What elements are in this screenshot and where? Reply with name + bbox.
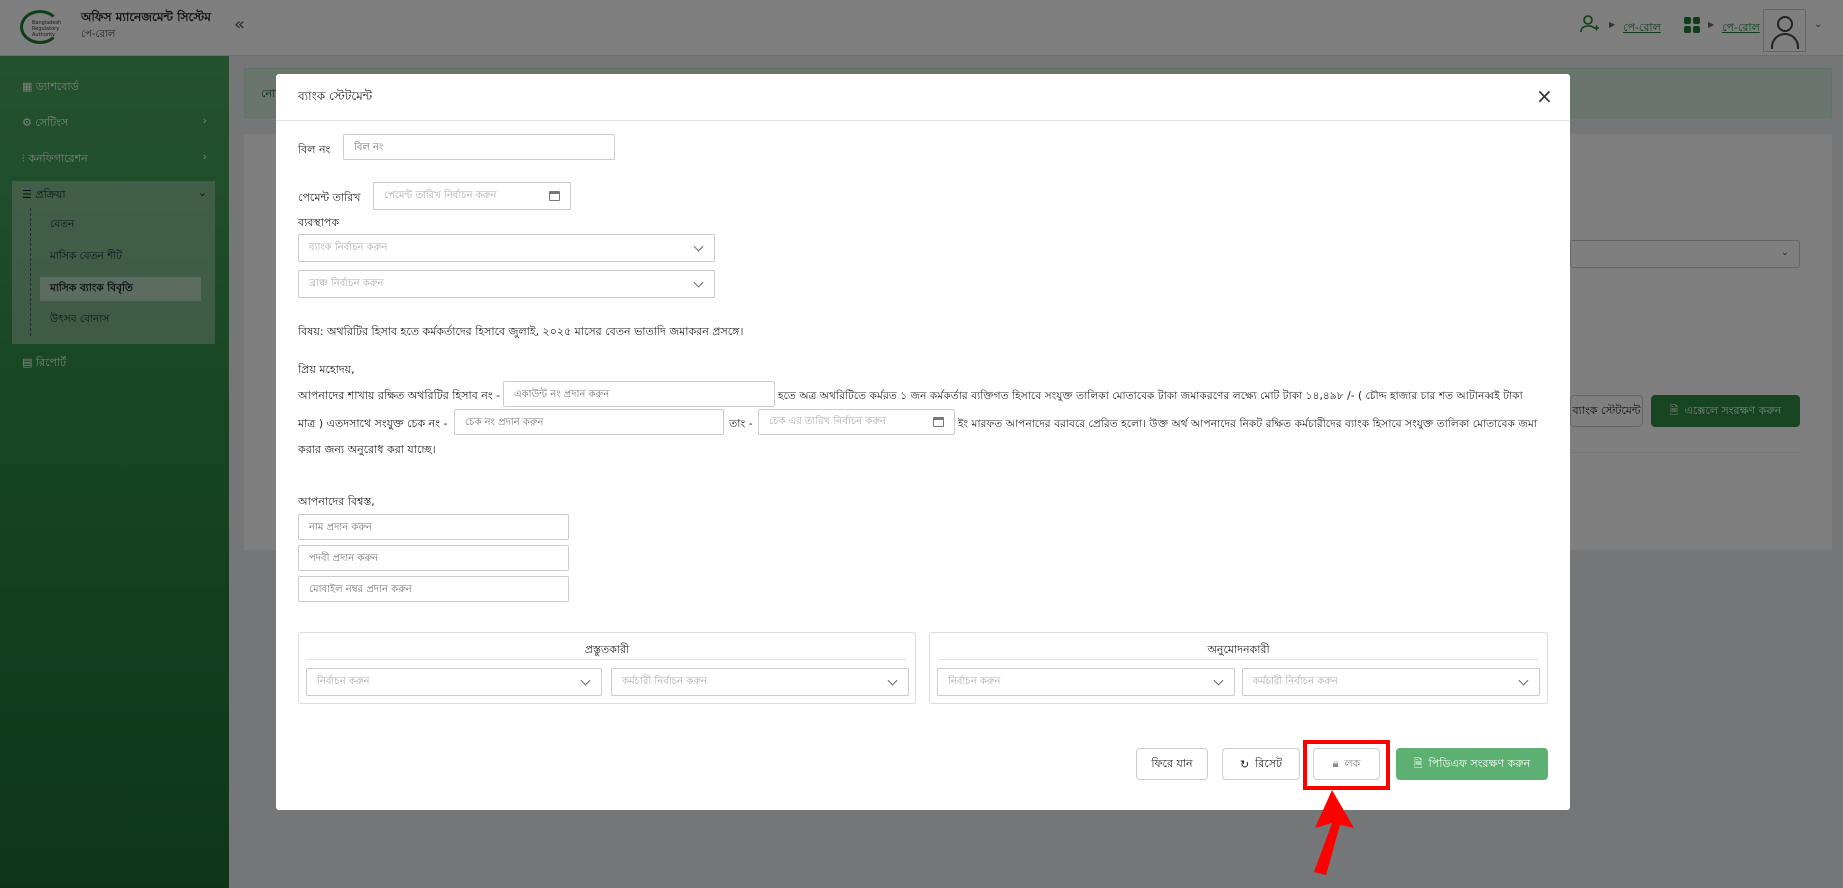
branch-select[interactable]: ব্রাঞ্চ নির্বাচন করুন: [298, 270, 715, 298]
branch-select-placeholder: ব্রাঞ্চ নির্বাচন করুন: [309, 277, 384, 289]
divider: [307, 659, 907, 660]
letter-closing: আপনাদের বিশ্বস্ত,: [298, 495, 375, 508]
letter-line2-part3: ইং মারফত আপনাদের বরাবরে প্রেরিত হলো। উক্…: [958, 417, 1537, 430]
mobile-input[interactable]: [298, 576, 569, 602]
letter-line2-part2: তাং -: [729, 417, 753, 430]
bank-statement-modal: ব্যাংক স্টেটমেন্ট × বিল নং পেমেন্ট তারিখ…: [276, 74, 1570, 810]
save-pdf-button[interactable]: 🗎 পিডিএফ সংরক্ষণ করুন: [1396, 748, 1548, 780]
preparer-select[interactable]: নির্বাচন করুন: [306, 668, 602, 696]
pdf-file-icon: 🗎: [1413, 756, 1423, 770]
approver-select-placeholder: নির্বাচন করুন: [948, 675, 1001, 687]
designation-input[interactable]: [298, 545, 569, 571]
cheque-date-placeholder: চেক এর তারিখ নির্বাচন করুন: [769, 415, 886, 427]
preparer-employee-placeholder: কর্মচারী নির্বাচন করুন: [622, 675, 707, 687]
highlight-box: [1303, 740, 1390, 790]
letter-line3: করার জন্য অনুরোধ করা যাচ্ছে।: [298, 443, 436, 456]
back-button[interactable]: ফিরে যান: [1136, 748, 1208, 780]
preparer-title: প্রস্তুতকারী: [584, 643, 630, 656]
bill-label: বিল নং: [298, 143, 331, 156]
cheque-date-picker[interactable]: চেক এর তারিখ নির্বাচন করুন: [758, 409, 955, 435]
close-icon[interactable]: ×: [1536, 84, 1553, 108]
reset-icon: ↻: [1239, 757, 1250, 771]
approver-employee-select[interactable]: কর্মচারী নির্বাচন করুন: [1242, 668, 1540, 696]
preparer-box: প্রস্তুতকারী নির্বাচন করুন কর্মচারী নির্…: [298, 632, 916, 704]
approver-box: অনুমোদনকারী নির্বাচন করুন কর্মচারী নির্ব…: [929, 632, 1548, 704]
back-button-label: ফিরে যান: [1151, 756, 1193, 770]
calendar-icon: [549, 191, 560, 201]
cheque-number-input[interactable]: [454, 409, 724, 435]
modal-title: ব্যাংক স্টেটমেন্ট: [298, 89, 373, 103]
preparer-select-placeholder: নির্বাচন করুন: [317, 675, 370, 687]
bank-select-placeholder: ব্যাংক নির্বাচন করুন: [309, 241, 388, 253]
letter-line1-part1: আপনাদের শাখায় রক্ষিত অথরিটির হিসাব নং -: [298, 389, 501, 402]
divider: [276, 120, 1570, 121]
divider: [938, 659, 1539, 660]
reset-button[interactable]: ↻ রিসেট: [1222, 748, 1300, 780]
red-arrow-icon: [1310, 790, 1355, 878]
bank-select[interactable]: ব্যাংক নির্বাচন করুন: [298, 234, 715, 262]
approver-select[interactable]: নির্বাচন করুন: [937, 668, 1235, 696]
payment-date-picker[interactable]: পেমেন্ট তারিখ নির্বাচন করুন: [373, 182, 571, 210]
payment-date-label: পেমেন্ট তারিখ: [298, 191, 361, 204]
reset-button-label: রিসেট: [1255, 756, 1283, 770]
save-pdf-label: পিডিএফ সংরক্ষণ করুন: [1428, 756, 1531, 770]
letter-subject: বিষয়: অথরিটির হিসাব হতে কর্মকর্তাদের হি…: [298, 325, 744, 338]
bill-input[interactable]: [343, 134, 615, 160]
manager-label: ব্যবস্থাপক: [298, 216, 340, 229]
letter-line1-part2: হতে অত্র অথরিটিতে কর্মরত ১ জন কর্মকর্তার…: [778, 389, 1523, 402]
preparer-employee-select[interactable]: কর্মচারী নির্বাচন করুন: [611, 668, 909, 696]
letter-salutation: প্রিয় মহোদয়,: [298, 363, 355, 376]
name-input[interactable]: [298, 514, 569, 540]
approver-title: অনুমোদনকারী: [1207, 643, 1270, 656]
payment-date-placeholder: পেমেন্ট তারিখ নির্বাচন করুন: [384, 189, 497, 201]
letter-line2-part1: মাত্র ) এতদসাথে সংযুক্ত চেক নং -: [298, 417, 448, 430]
calendar-icon: [933, 417, 944, 427]
approver-employee-placeholder: কর্মচারী নির্বাচন করুন: [1253, 675, 1338, 687]
account-number-input[interactable]: [503, 381, 775, 407]
